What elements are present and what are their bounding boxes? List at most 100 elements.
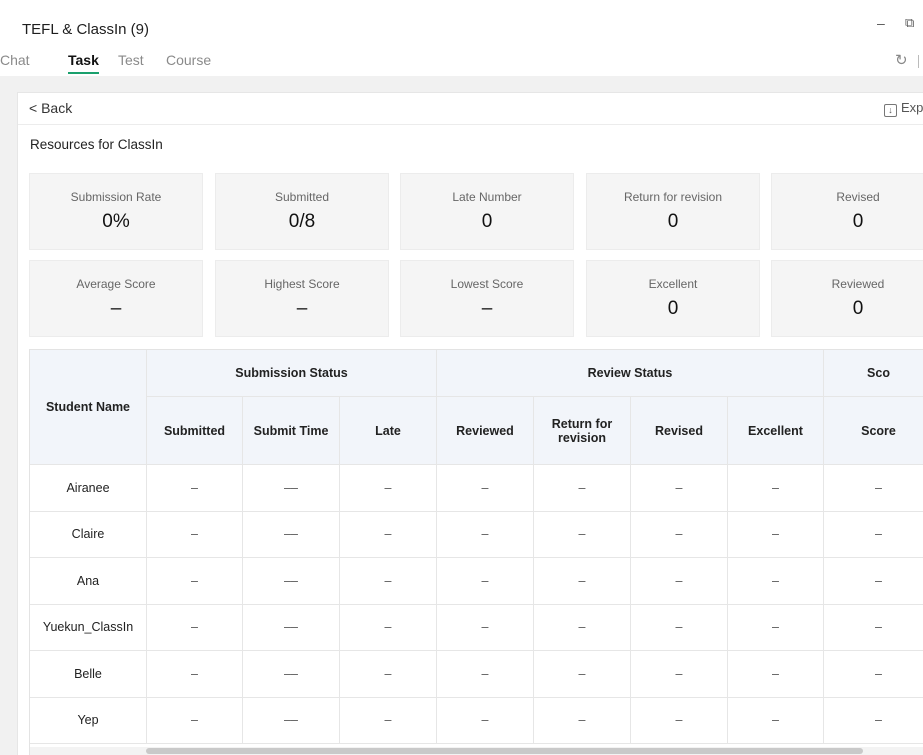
table-cell: – [728,604,824,651]
table-cell: – [147,604,243,651]
table-cell: – [534,558,631,605]
table-cell: – [437,558,534,605]
table-cell: – [437,465,534,512]
student-name-cell: Claire [30,511,147,558]
stat-card: Reviewed 0 [771,260,923,337]
table-cell: – [534,511,631,558]
table-cell: – [631,604,728,651]
restore-window-icon[interactable]: ⧉ [905,14,921,32]
table-cell: – [437,604,534,651]
stat-value: 0 [667,211,679,232]
export-icon: ↓ [884,104,897,117]
column-header: Reviewed [437,397,534,465]
table-cell: – [728,465,824,512]
tab-task[interactable]: Task [68,52,99,68]
stat-card: Average Score – [29,260,203,337]
stat-value: – [110,298,122,319]
table-cell: – [340,465,437,512]
submission-status-header: Submission Status [147,350,437,397]
column-header: Submitted [147,397,243,465]
stat-card: Excellent 0 [586,260,760,337]
table-cell: – [728,511,824,558]
stat-value: – [296,298,308,319]
table-cell: – [728,697,824,744]
table-cell: – [534,604,631,651]
table-cell: – [340,604,437,651]
table-cell: – [340,511,437,558]
window-title: TEFL & ClassIn (9) [22,21,149,38]
column-header: Submit Time [243,397,340,465]
stat-label: Excellent [648,277,698,291]
stat-label: Late Number [452,190,522,204]
stat-value: – [481,298,493,319]
back-button[interactable]: < Back [29,100,72,116]
table-cell: –– [243,697,340,744]
column-header: Revised [631,397,728,465]
table-cell: – [147,697,243,744]
student-name-cell: Yuekun_ClassIn [30,604,147,651]
table-cell: – [824,651,923,698]
column-header: Late [340,397,437,465]
column-header: Return for revision [534,397,631,465]
review-status-header: Review Status [437,350,824,397]
table-cell: – [824,558,923,605]
tab-chat[interactable]: Chat [0,52,30,68]
table-cell: – [728,558,824,605]
stat-label: Submitted [274,190,330,204]
section-title: Resources for ClassIn [30,137,163,152]
tab-course[interactable]: Course [166,52,211,68]
stat-card: Submitted 0/8 [215,173,389,250]
table-cell: –– [243,651,340,698]
table-cell: – [631,465,728,512]
table-cell: – [631,558,728,605]
table-cell: – [437,511,534,558]
stat-label: Lowest Score [450,277,524,291]
table-cell: – [534,465,631,512]
header-divider [18,124,923,125]
stat-value: 0 [481,211,493,232]
table-cell: – [340,558,437,605]
student-name-header: Student Name [30,350,147,465]
table-cell: – [437,651,534,698]
stat-label: Average Score [76,277,156,291]
tab-test[interactable]: Test [118,52,144,68]
toolbar-divider [918,55,919,68]
table-cell: – [824,697,923,744]
stat-value: 0% [102,211,130,232]
stat-label: Return for revision [623,190,723,204]
table-cell: – [340,697,437,744]
title-bar: TEFL & ClassIn (9) – ⧉ [0,0,923,46]
table-cell: – [534,697,631,744]
table-cell: – [147,511,243,558]
stat-card: Submission Rate 0% [29,173,203,250]
table-cell: – [631,651,728,698]
table-cell: –– [243,465,340,512]
stat-label: Revised [836,190,880,204]
score-group-header: Sco [824,350,923,397]
student-name-cell: Ana [30,558,147,605]
table-cell: – [824,604,923,651]
stat-card: Revised 0 [771,173,923,250]
stat-label: Submission Rate [70,190,162,204]
student-name-cell: Airanee [30,465,147,512]
table-cell: – [437,697,534,744]
table-cell: – [631,697,728,744]
export-button[interactable]: ↓ Exp [884,100,923,117]
minimize-icon[interactable]: – [877,14,887,32]
table-cell: – [147,651,243,698]
stat-card: Return for revision 0 [586,173,760,250]
stat-card: Late Number 0 [400,173,574,250]
table-cell: –– [243,604,340,651]
stat-card: Lowest Score – [400,260,574,337]
table-cell: – [340,651,437,698]
table-cell: – [631,511,728,558]
stat-value: 0/8 [288,211,316,232]
student-name-cell: Yep [30,697,147,744]
table-cell: – [824,465,923,512]
refresh-icon[interactable]: ↻ [895,52,908,70]
horizontal-scrollbar-thumb[interactable] [146,748,863,754]
table-cell: – [824,511,923,558]
stat-label: Reviewed [831,277,885,291]
table-cell: –– [243,511,340,558]
column-header: Excellent [728,397,824,465]
